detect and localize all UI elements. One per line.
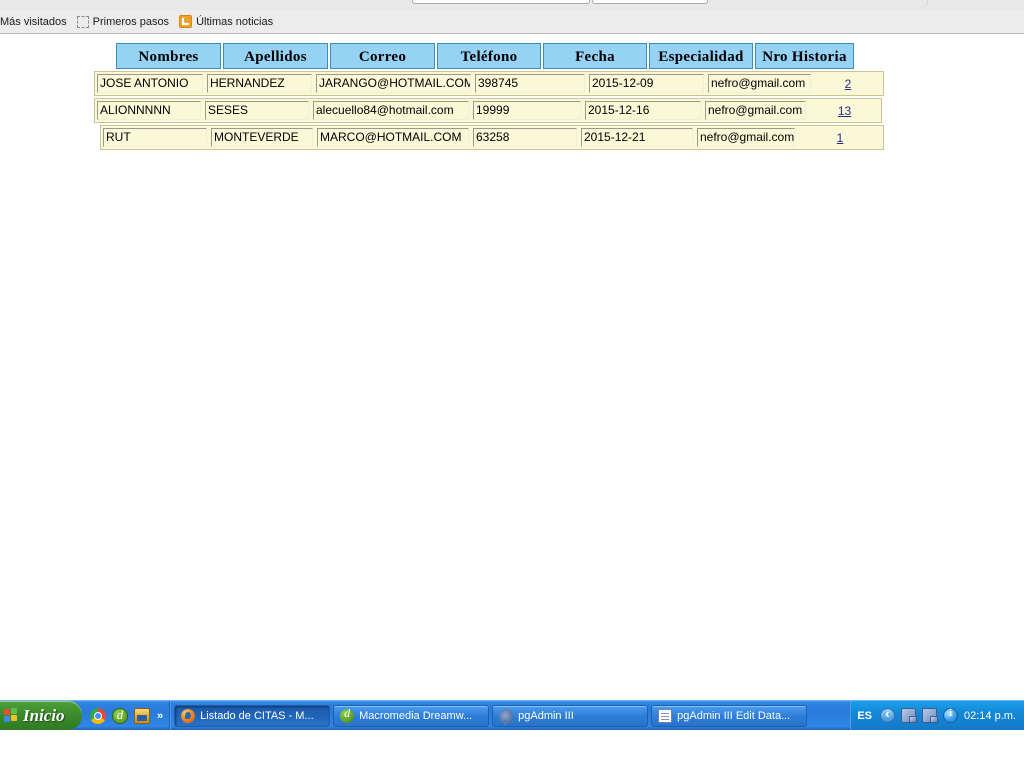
nro-historia-link[interactable]: 1 xyxy=(837,131,844,145)
task-button-pgadmin-edit-data[interactable]: pgAdmin III Edit Data... xyxy=(651,704,808,727)
windows-taskbar: Inicio » Listado de CITAS - M... Macrome… xyxy=(0,700,1024,730)
appointments-table: Nombres Apellidos Correo Teléfono Fecha … xyxy=(94,43,884,150)
cell-especialidad[interactable]: nefro@gmail.com xyxy=(708,74,811,93)
task-button-list: Listado de CITAS - M... Macromedia Dream… xyxy=(170,701,850,730)
nro-historia-link[interactable]: 13 xyxy=(838,104,851,118)
windows-flag-icon xyxy=(4,708,19,723)
table-row: RUT MONTEVERDE MARCO@HOTMAIL.COM 63258 2… xyxy=(100,125,884,150)
cell-apellidos[interactable]: SESES xyxy=(205,101,309,120)
browser-toolbar-remnant xyxy=(0,0,1024,10)
bookmark-label: Últimas noticias xyxy=(196,15,274,28)
column-header-nombres[interactable]: Nombres xyxy=(116,43,221,69)
start-button[interactable]: Inicio xyxy=(0,701,82,730)
browser-toolbar-field-b[interactable] xyxy=(592,0,708,4)
chrome-icon[interactable] xyxy=(90,707,106,724)
cell-apellidos[interactable]: HERNANDEZ xyxy=(207,74,312,93)
start-button-label: Inicio xyxy=(23,705,65,725)
column-header-fecha[interactable]: Fecha xyxy=(543,43,647,69)
cell-fecha[interactable]: 2015-12-21 xyxy=(581,128,693,147)
cell-telefono[interactable]: 63258 xyxy=(473,128,577,147)
language-indicator[interactable]: ES xyxy=(857,710,874,722)
bookmark-primeros-pasos[interactable]: Primeros pasos xyxy=(72,14,174,30)
network-icon[interactable] xyxy=(901,708,918,723)
task-button-label: Macromedia Dreamw... xyxy=(359,709,473,722)
cell-nro-historia: 1 xyxy=(797,131,883,145)
bookmark-ultimas-noticias[interactable]: Últimas noticias xyxy=(174,13,278,30)
cell-fecha[interactable]: 2015-12-16 xyxy=(585,101,701,120)
cell-nro-historia: 2 xyxy=(813,77,883,91)
task-button-label: Listado de CITAS - M... xyxy=(200,709,314,722)
cell-nro-historia: 13 xyxy=(808,104,881,118)
task-button-label: pgAdmin III xyxy=(518,709,574,722)
column-header-especialidad[interactable]: Especialidad xyxy=(649,43,753,69)
elephant-icon xyxy=(499,708,514,725)
cell-correo[interactable]: alecuello84@hotmail.com xyxy=(313,101,469,120)
dreamweaver-icon[interactable] xyxy=(112,707,128,724)
browser-tab-curve xyxy=(911,0,928,8)
dashed-placeholder-icon xyxy=(76,15,89,28)
system-tray: ES 02:14 p.m. xyxy=(850,701,1024,730)
clock[interactable]: 02:14 p.m. xyxy=(964,710,1016,722)
table-row: JOSE ANTONIO HERNANDEZ JARANGO@HOTMAIL.C… xyxy=(94,71,884,96)
desktop-background xyxy=(0,730,1024,768)
bookmarks-bar: Más visitados Primeros pasos Últimas not… xyxy=(0,10,1024,34)
quick-launch-overflow-icon[interactable]: » xyxy=(157,710,163,722)
column-header-apellidos[interactable]: Apellidos xyxy=(223,43,328,69)
cell-telefono[interactable]: 19999 xyxy=(473,101,581,120)
column-header-telefono[interactable]: Teléfono xyxy=(437,43,541,69)
cell-nombres[interactable]: JOSE ANTONIO xyxy=(97,74,203,93)
bookmark-label: Primeros pasos xyxy=(92,15,170,28)
cell-especialidad[interactable]: nefro@gmail.com xyxy=(705,101,806,120)
cell-telefono[interactable]: 398745 xyxy=(475,74,585,93)
table-header-row: Nombres Apellidos Correo Teléfono Fecha … xyxy=(116,43,884,69)
cell-nombres[interactable]: ALIONNNNN xyxy=(97,101,201,120)
rss-feed-icon xyxy=(179,15,193,28)
cell-correo[interactable]: JARANGO@HOTMAIL.COM xyxy=(316,74,471,93)
browser-toolbar-field-a[interactable] xyxy=(412,0,590,4)
firefox-icon xyxy=(181,708,196,723)
cell-fecha[interactable]: 2015-12-09 xyxy=(589,74,704,93)
cell-correo[interactable]: MARCO@HOTMAIL.COM xyxy=(317,128,469,147)
quick-launch-bar: » xyxy=(82,701,171,730)
task-button-pgadmin[interactable]: pgAdmin III xyxy=(492,704,649,727)
bookmark-mas-visitados[interactable]: Más visitados xyxy=(0,14,72,30)
column-header-nro-historia[interactable]: Nro Historia xyxy=(755,43,854,69)
network-icon[interactable] xyxy=(922,708,939,723)
task-button-label: pgAdmin III Edit Data... xyxy=(677,709,791,722)
cell-especialidad[interactable]: nefro@gmail.com xyxy=(697,128,795,147)
bookmark-label: Más visitados xyxy=(0,15,67,28)
info-icon[interactable] xyxy=(943,707,959,723)
dreamweaver-icon xyxy=(340,706,355,723)
media-icon[interactable] xyxy=(134,707,150,724)
task-button-listado-citas[interactable]: Listado de CITAS - M... xyxy=(174,704,331,727)
page-content: Nombres Apellidos Correo Teléfono Fecha … xyxy=(0,35,1024,645)
nro-historia-link[interactable]: 2 xyxy=(845,77,852,91)
table-row: ALIONNNNN SESES alecuello84@hotmail.com … xyxy=(94,98,882,123)
cell-nombres[interactable]: RUT xyxy=(103,128,207,147)
column-header-correo[interactable]: Correo xyxy=(330,43,435,69)
show-hidden-icons-chevron-icon[interactable] xyxy=(880,705,896,723)
task-button-macromedia-dreamweaver[interactable]: Macromedia Dreamw... xyxy=(333,704,490,727)
cell-apellidos[interactable]: MONTEVERDE xyxy=(211,128,313,147)
window-icon xyxy=(658,708,673,723)
